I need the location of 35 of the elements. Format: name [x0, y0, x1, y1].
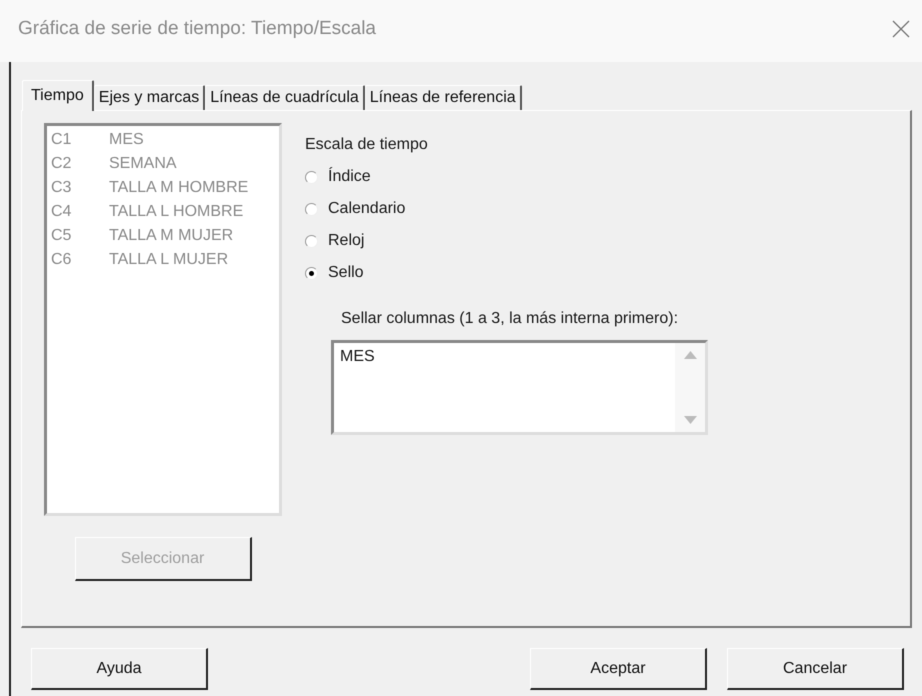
tab[interactable]: Líneas de referencia [364, 85, 522, 110]
radio-button[interactable] [305, 234, 318, 248]
column-id[interactable]: C3 [51, 176, 109, 200]
column-id[interactable]: C4 [51, 200, 109, 224]
group-label: Escala de tiempo [305, 136, 429, 154]
dialog-button[interactable]: Aceptar [530, 648, 707, 690]
column-id[interactable]: C1 [51, 128, 109, 152]
radio-label[interactable]: Índice [328, 168, 371, 186]
tab[interactable]: Líneas de cuadrícula [205, 85, 365, 110]
stamp-columns-field[interactable]: MES [331, 340, 708, 435]
column-name[interactable]: TALLA M MUJER [109, 224, 234, 248]
scroll-up-icon[interactable] [684, 351, 696, 359]
radio-button[interactable] [305, 170, 318, 184]
scroll-down-icon[interactable] [684, 416, 696, 424]
radio-button[interactable] [305, 266, 318, 280]
column-id[interactable]: C2 [51, 152, 109, 176]
window-title: Gráfica de serie de tiempo: Tiempo/Escala [18, 18, 376, 40]
column-id[interactable]: C5 [51, 224, 109, 248]
column-list[interactable]: C1 MES C2 SEMANA C3 TALLA M HOMBRE C4 TALLA L HOMBRE C5 TALLA M MUJER C6 TALLA L MUJER [44, 123, 282, 516]
tab[interactable]: Tiempo [22, 80, 94, 111]
column-name[interactable]: TALLA L HOMBRE [109, 200, 244, 224]
dialog-button[interactable]: Cancelar [727, 648, 904, 690]
close-icon[interactable] [892, 20, 910, 38]
radio-label[interactable]: Reloj [328, 232, 364, 250]
dialog-button[interactable]: Ayuda [31, 648, 208, 690]
radio-label[interactable]: Calendario [328, 200, 406, 218]
column-name[interactable]: TALLA L MUJER [109, 248, 228, 272]
column-id[interactable]: C6 [51, 248, 109, 272]
column-name[interactable]: SEMANA [109, 152, 177, 176]
radio-label[interactable]: Sello [328, 264, 364, 282]
radio-button[interactable] [305, 202, 318, 216]
field-label: Sellar columnas (1 a 3, la más interna primero): [341, 310, 680, 328]
column-name[interactable]: MES [109, 128, 144, 152]
tab[interactable]: Ejes y marcas [94, 85, 206, 110]
column-name[interactable]: TALLA M HOMBRE [109, 176, 248, 200]
